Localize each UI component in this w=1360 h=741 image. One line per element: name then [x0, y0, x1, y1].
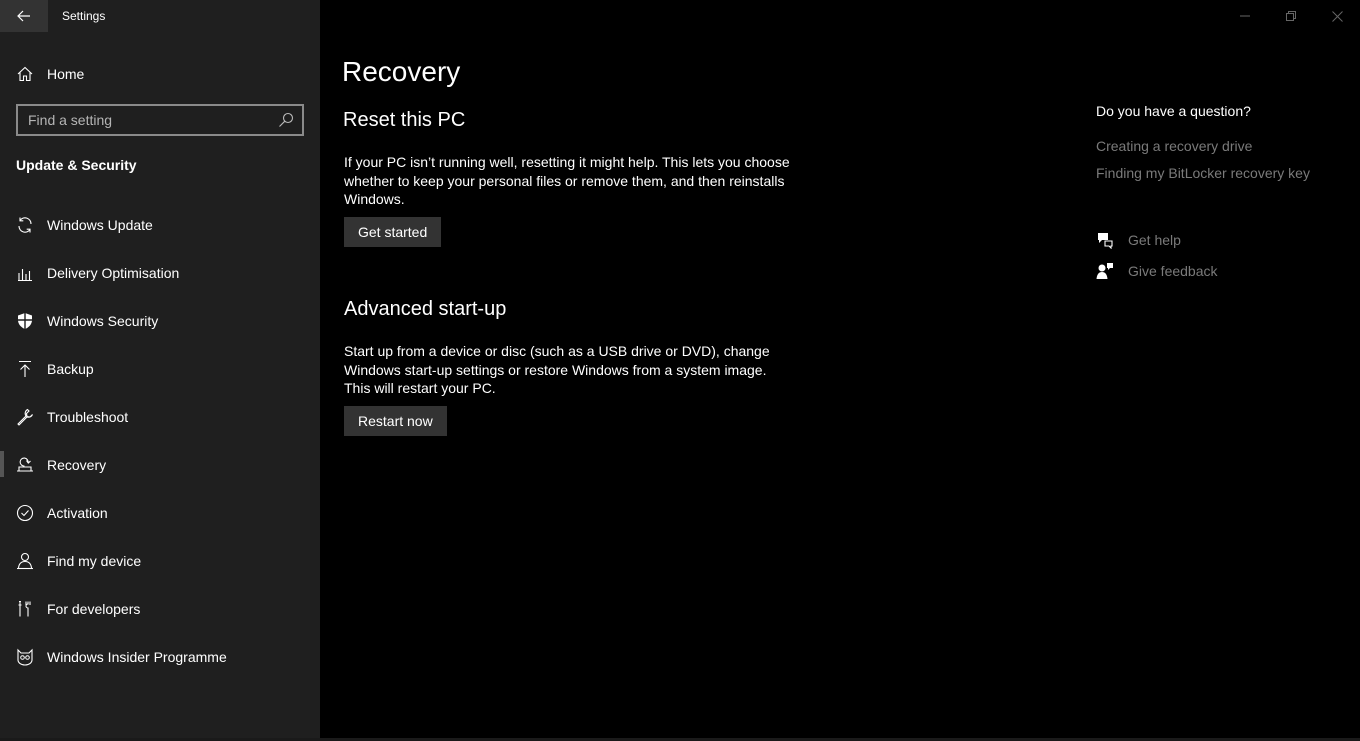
reset-description: If your PC isn’t running well, resetting… — [344, 154, 790, 207]
close-button[interactable] — [1314, 0, 1360, 32]
give-feedback-label: Give feedback — [1128, 263, 1218, 279]
sidebar-item-troubleshoot[interactable]: Troubleshoot — [0, 397, 320, 437]
sidebar-item-label: Windows Update — [47, 217, 153, 233]
search-icon[interactable] — [278, 112, 294, 128]
upload-arrow-icon — [16, 360, 34, 378]
close-icon — [1331, 10, 1343, 22]
sidebar-item-find-my-device[interactable]: Find my device — [0, 541, 320, 581]
sidebar-item-windows-insider-programme[interactable]: Windows Insider Programme — [0, 637, 320, 677]
title-bar: Settings — [0, 0, 320, 32]
sidebar-item-label: Windows Security — [47, 313, 159, 329]
sidebar-item-activation[interactable]: Activation — [0, 493, 320, 533]
sidebar-item-label: Activation — [47, 505, 108, 521]
shield-icon — [16, 312, 34, 330]
sidebar-item-label: Delivery Optimisation — [47, 265, 180, 281]
developer-tools-icon — [16, 600, 34, 618]
advanced-startup-description: Start up from a device or disc (such as … — [344, 343, 770, 396]
get-help-label: Get help — [1128, 232, 1181, 248]
sidebar-item-delivery-optimisation[interactable]: Delivery Optimisation — [0, 253, 320, 293]
advanced-startup-heading: Advanced start-up — [344, 298, 507, 320]
sidebar-item-windows-update[interactable]: Windows Update — [0, 205, 320, 245]
restore-icon — [1286, 11, 1296, 21]
sidebar-item-label: Recovery — [47, 457, 107, 473]
sidebar-item-recovery[interactable]: Recovery — [0, 445, 320, 485]
minimize-icon — [1240, 15, 1250, 17]
sidebar-item-for-developers[interactable]: For developers — [0, 589, 320, 629]
restore-button[interactable] — [1268, 0, 1314, 32]
sidebar-item-label: Backup — [47, 361, 94, 377]
question-heading: Do you have a question? — [1096, 103, 1251, 119]
get-started-button[interactable]: Get started — [344, 217, 442, 247]
check-circle-icon — [16, 504, 34, 522]
search-input[interactable] — [18, 106, 268, 134]
section-heading: Update & Security — [16, 157, 137, 173]
sidebar-item-label: Find my device — [47, 553, 142, 569]
person-location-icon — [16, 552, 34, 570]
sidebar-item-label: Windows Insider Programme — [47, 649, 227, 665]
recovery-icon — [16, 456, 34, 474]
sidebar-item-windows-security[interactable]: Windows Security — [0, 301, 320, 341]
wrench-icon — [16, 408, 34, 426]
app-title: Settings — [62, 9, 106, 23]
back-arrow-icon — [17, 10, 30, 22]
get-help-link[interactable]: Get help — [1096, 231, 1296, 251]
sidebar-item-label: Troubleshoot — [47, 409, 129, 425]
give-feedback-link[interactable]: Give feedback — [1096, 262, 1296, 282]
sidebar-item-label: For developers — [47, 601, 141, 617]
restart-now-button[interactable]: Restart now — [344, 406, 447, 436]
sidebar-item-label: Home — [47, 66, 85, 82]
sidebar-item-home[interactable]: Home — [0, 56, 320, 92]
delivery-optimisation-icon — [16, 264, 34, 282]
chat-help-icon — [1098, 233, 1113, 249]
page-title: Recovery — [342, 56, 461, 87]
back-button[interactable] — [0, 0, 48, 32]
minimize-button[interactable] — [1222, 0, 1268, 32]
link-bitlocker-recovery-key[interactable]: Finding my BitLocker recovery key — [1096, 165, 1310, 181]
link-creating-recovery-drive[interactable]: Creating a recovery drive — [1096, 138, 1252, 154]
sync-icon — [16, 216, 34, 234]
insider-cat-icon — [16, 648, 34, 666]
home-icon — [16, 65, 34, 83]
reset-heading: Reset this PC — [343, 109, 466, 131]
sidebar-item-backup[interactable]: Backup — [0, 349, 320, 389]
feedback-icon — [1096, 263, 1113, 279]
search-box — [16, 104, 304, 136]
sidebar: Settings Home Update & Security Windows … — [0, 0, 320, 738]
